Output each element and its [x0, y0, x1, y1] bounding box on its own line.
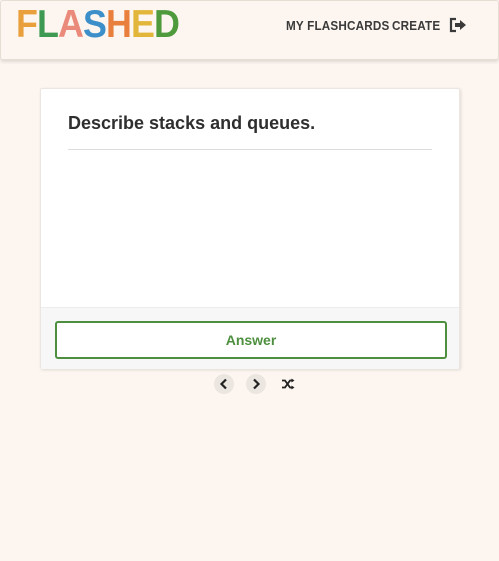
flashed-logo[interactable]: F L A S H E D — [16, 3, 180, 46]
chevron-left-icon — [219, 378, 227, 390]
previous-card-button[interactable] — [214, 374, 234, 394]
logo-letter: L — [37, 3, 59, 46]
logo-letter: H — [106, 3, 132, 46]
answer-button[interactable]: Answer — [55, 321, 447, 359]
logo-letter: S — [83, 3, 107, 46]
chevron-right-icon — [253, 378, 261, 390]
flashcard: Describe stacks and queues. Answer — [40, 88, 460, 369]
shuffle-button[interactable] — [278, 374, 298, 394]
create-link[interactable]: CREATE — [392, 18, 440, 33]
logo-letter: F — [16, 3, 38, 46]
card-question: Describe stacks and queues. — [68, 113, 316, 133]
logo-letter: E — [131, 3, 155, 46]
card-footer: Answer — [41, 307, 459, 369]
my-flashcards-link[interactable]: MY FLASHCARDS — [286, 18, 390, 33]
sign-out-icon[interactable] — [449, 17, 467, 33]
logo-letter: A — [58, 3, 84, 46]
next-card-button[interactable] — [246, 374, 266, 394]
navbar: F L A S H E D MY FLASHCARDS CREATE — [0, 0, 499, 60]
logo-letter: D — [154, 3, 180, 46]
card-divider — [68, 149, 432, 150]
shuffle-icon — [282, 378, 295, 390]
